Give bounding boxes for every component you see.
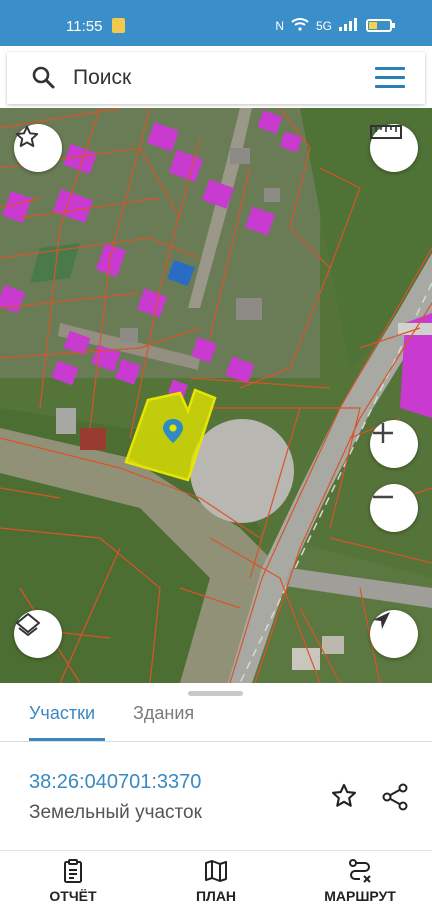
minus-icon (373, 495, 393, 499)
favorites-button[interactable] (14, 124, 62, 172)
nav-route[interactable]: МАРШРУТ (305, 851, 415, 910)
app-notification-icon (112, 18, 125, 33)
tab-divider (0, 741, 432, 742)
parcel-info-sheet: Участки Здания 38:26:040701:3370 Земельн… (0, 683, 432, 850)
nav-report[interactable]: ОТЧЁТ (18, 851, 128, 910)
menu-icon[interactable] (375, 67, 405, 89)
status-time: 11:55 (66, 18, 103, 35)
share-icon[interactable] (380, 782, 410, 812)
navigation-arrow-icon (373, 612, 390, 629)
zoom-in-button[interactable] (370, 420, 418, 468)
layers-icon (16, 613, 40, 636)
sheet-drag-handle[interactable] (188, 691, 243, 696)
bottom-navigation: ОТЧЁТ ПЛАН МАРШРУТ (0, 850, 432, 910)
nav-route-label: МАРШРУТ (324, 888, 396, 904)
nav-report-label: ОТЧЁТ (49, 888, 97, 904)
plus-icon (373, 423, 393, 443)
route-icon (349, 859, 371, 883)
search-bar[interactable] (7, 52, 425, 104)
map-canvas[interactable] (0, 108, 432, 683)
network-type: 5G (315, 18, 332, 33)
wifi-icon (291, 17, 309, 34)
tab-plots[interactable]: Участки (29, 701, 95, 741)
battery-icon (366, 19, 395, 32)
status-bar: 11:55 N 5G (0, 0, 432, 46)
satellite-map[interactable] (0, 108, 432, 683)
nav-plan-label: ПЛАН (195, 888, 237, 904)
zoom-out-button[interactable] (370, 484, 418, 532)
layers-button[interactable] (14, 610, 62, 658)
report-icon (64, 859, 82, 883)
ruler-icon (370, 125, 402, 139)
status-icons: N 5G (275, 17, 395, 34)
search-icon[interactable] (31, 65, 57, 91)
star-icon (15, 125, 39, 147)
nfc-icon: N (275, 18, 284, 33)
parcel-type: Земельный участок (29, 802, 202, 823)
signal-icon (339, 17, 359, 34)
nav-plan[interactable]: ПЛАН (161, 851, 271, 910)
search-input[interactable] (73, 65, 353, 91)
map-plan-icon (205, 860, 227, 882)
favorite-star-icon[interactable] (330, 782, 358, 810)
tab-buildings[interactable]: Здания (133, 701, 194, 741)
cadastral-number[interactable]: 38:26:040701:3370 (29, 771, 201, 794)
ruler-button[interactable] (370, 124, 418, 172)
my-location-button[interactable] (370, 610, 418, 658)
